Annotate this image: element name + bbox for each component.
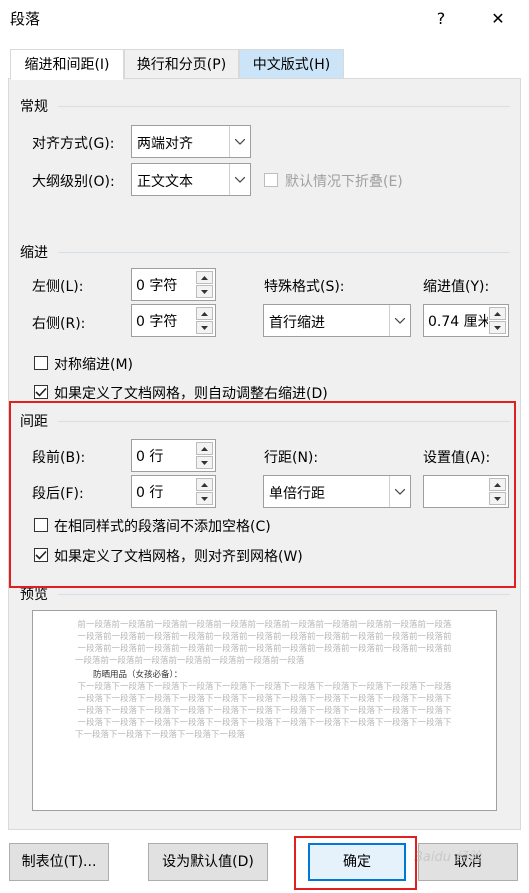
section-divider <box>58 594 510 595</box>
preview-prev-line: 前一段落前一段落前一段落前一段落前一段落前一段落前一段落前一段落前一段落前一段落… <box>77 620 452 630</box>
indent-left-label: 左侧(L): <box>32 279 84 295</box>
preview-next-line: 一段落下一段落下一段落下一段落下一段落下一段落下一段落下一段落下一段落下一段落下… <box>77 706 452 716</box>
collapse-label: 默认情况下折叠(E) <box>285 174 403 190</box>
spin-down-icon[interactable] <box>196 456 213 469</box>
mirror-indent-checkbox[interactable] <box>34 356 48 370</box>
preview-next-line: 一段落下一段落下一段落下一段落下一段落下一段落下一段落下一段落下一段落下一段落下… <box>77 718 452 728</box>
alignment-label: 对齐方式(G): <box>32 136 115 152</box>
auto-adjust-label: 如果定义了文档网格，则自动调整右缩进(D) <box>54 386 328 402</box>
preview-prev-line: 一段落前一段落前一段落前一段落前一段落前一段落前一段落前一段落前一段落前一段落前… <box>77 644 452 654</box>
outline-level-dropdown[interactable]: 正文文本 <box>131 163 251 196</box>
spin-up-icon[interactable] <box>196 271 213 284</box>
mirror-indent-label: 对称缩进(M) <box>54 357 134 373</box>
outline-level-value: 正文文本 <box>137 174 193 190</box>
preview-prev-line: 一段落前一段落前一段落前一段落前一段落前一段落前一段落前一段落前一段落前一段落前… <box>77 632 452 642</box>
alignment-dropdown[interactable]: 两端对齐 <box>131 125 251 158</box>
preview-prev-line: 一段落前一段落前一段落前一段落前一段落前一段落前一段落 <box>75 656 305 666</box>
spacing-at-label: 设置值(A): <box>423 450 491 466</box>
indent-right-value: 0 字符 <box>136 314 178 330</box>
chevron-down-icon <box>229 126 250 157</box>
line-spacing-dropdown[interactable]: 单倍行距 <box>263 475 411 508</box>
chevron-down-icon <box>389 305 410 336</box>
spin-up-icon[interactable] <box>196 442 213 455</box>
tab-asian-typography[interactable]: 中文版式(H) <box>239 49 344 79</box>
indent-by-value: 0.74 厘米 <box>428 314 488 330</box>
special-format-label: 特殊格式(S): <box>264 279 345 295</box>
alignment-value: 两端对齐 <box>137 136 193 152</box>
indent-left-value: 0 字符 <box>136 278 178 294</box>
chevron-down-icon <box>389 476 410 507</box>
preview-next-line: 下一段落下一段落下一段落下一段落下一段落 <box>75 730 246 740</box>
indent-by-label: 缩进值(Y): <box>423 279 490 295</box>
checkmark-icon <box>35 550 47 560</box>
special-format-value: 首行缩进 <box>269 315 325 331</box>
indent-by-spinner[interactable]: 0.74 厘米 <box>423 304 509 337</box>
auto-adjust-checkbox[interactable] <box>34 385 48 399</box>
chevron-down-icon <box>229 164 250 195</box>
dialog-title: 段落 <box>10 10 41 28</box>
watermark-logo: Baidu 经验 <box>414 850 482 865</box>
indent-left-spinner[interactable]: 0 字符 <box>131 268 216 301</box>
section-divider <box>58 252 510 253</box>
preview-box: 前一段落前一段落前一段落前一段落前一段落前一段落前一段落前一段落前一段落前一段落… <box>32 610 497 811</box>
tab-line-page-breaks[interactable]: 换行和分页(P) <box>124 49 239 79</box>
preview-sample-text: 防晒用品（女孩必备）： <box>93 670 183 680</box>
spacing-before-value: 0 行 <box>136 449 164 465</box>
spin-down-icon[interactable] <box>196 492 213 505</box>
section-indent-label: 缩进 <box>20 245 48 261</box>
line-spacing-label: 行距(N): <box>264 450 319 466</box>
preview-next-line: 下一段落下一段落下一段落下一段落下一段落下一段落下一段落下一段落下一段落下一段落… <box>77 682 452 692</box>
indent-right-label: 右侧(R): <box>32 316 86 332</box>
close-button[interactable]: ✕ <box>483 4 513 34</box>
spacing-after-value: 0 行 <box>136 485 164 501</box>
snap-to-grid-checkbox[interactable] <box>34 548 48 562</box>
help-button[interactable]: ? <box>426 4 456 34</box>
section-divider <box>58 106 510 107</box>
spin-up-icon[interactable] <box>489 478 506 491</box>
spin-up-icon[interactable] <box>196 478 213 491</box>
collapse-checkbox[interactable] <box>264 173 278 187</box>
spin-down-icon[interactable] <box>489 492 506 505</box>
indent-right-spinner[interactable]: 0 字符 <box>131 304 216 337</box>
spacing-after-spinner[interactable]: 0 行 <box>131 475 216 508</box>
snap-to-grid-label: 如果定义了文档网格，则对齐到网格(W) <box>54 549 303 565</box>
preview-next-line: 一段落下一段落下一段落下一段落下一段落下一段落下一段落下一段落下一段落下一段落下… <box>77 694 452 704</box>
tab-indents-spacing[interactable]: 缩进和间距(I) <box>10 49 124 80</box>
spacing-before-spinner[interactable]: 0 行 <box>131 439 216 472</box>
set-as-default-button[interactable]: 设为默认值(D) <box>148 843 268 881</box>
no-space-same-style-label: 在相同样式的段落间不添加空格(C) <box>54 519 271 535</box>
ok-button[interactable]: 确定 <box>308 843 406 881</box>
no-space-same-style-checkbox[interactable] <box>34 518 48 532</box>
line-spacing-value: 单倍行距 <box>269 486 325 502</box>
spin-down-icon[interactable] <box>196 285 213 298</box>
section-spacing-label: 间距 <box>20 414 48 430</box>
section-divider <box>58 421 510 422</box>
spin-down-icon[interactable] <box>196 321 213 334</box>
outline-level-label: 大纲级别(O): <box>32 174 115 190</box>
spacing-at-spinner[interactable] <box>423 475 509 508</box>
tabs-button[interactable]: 制表位(T)... <box>9 843 109 881</box>
section-general-label: 常规 <box>20 99 48 115</box>
spin-up-icon[interactable] <box>489 307 506 320</box>
spin-up-icon[interactable] <box>196 307 213 320</box>
special-format-dropdown[interactable]: 首行缩进 <box>263 304 411 337</box>
spacing-after-label: 段后(F): <box>32 486 84 502</box>
checkmark-icon <box>35 387 47 397</box>
spin-down-icon[interactable] <box>489 321 506 334</box>
spacing-before-label: 段前(B): <box>32 450 86 466</box>
section-preview-label: 预览 <box>20 587 48 603</box>
